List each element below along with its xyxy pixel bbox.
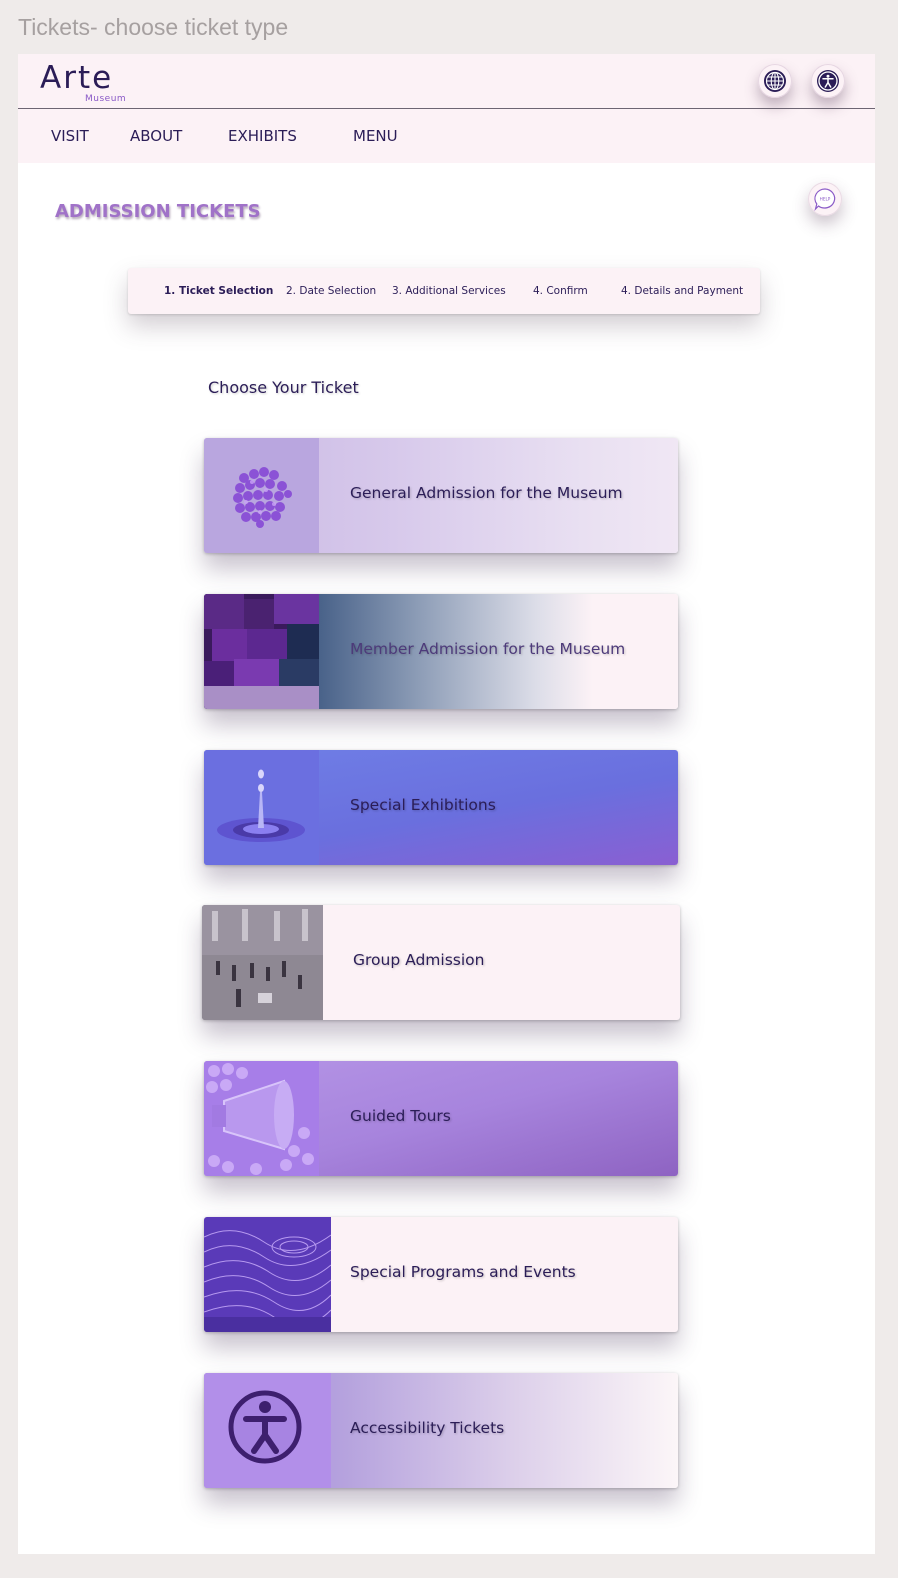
nav-exhibits[interactable]: EXHIBITS <box>228 127 297 145</box>
accessibility-figure-icon <box>204 1373 331 1488</box>
site-header: Arte Museum VISIT ABOUT EXHIBITS MENU <box>18 54 875 163</box>
choose-ticket-heading: Choose Your Ticket <box>208 378 359 397</box>
accessibility-tickets-image <box>204 1373 331 1488</box>
ticket-accessibility[interactable]: Accessibility Tickets <box>204 1373 678 1488</box>
nav-about[interactable]: ABOUT <box>130 127 182 145</box>
ticket-guided-tours[interactable]: Guided Tours <box>204 1061 678 1176</box>
special-programs-image <box>204 1217 331 1332</box>
ticket-label: Accessibility Tickets <box>350 1419 505 1437</box>
logo-subtitle: Museum <box>85 94 127 104</box>
water-drop-icon <box>204 750 319 865</box>
ticket-label: Guided Tours <box>350 1107 451 1125</box>
step-details-payment[interactable]: 4. Details and Payment <box>621 285 743 297</box>
accessibility-button[interactable] <box>811 64 845 98</box>
ticket-group-admission[interactable]: Group Admission <box>202 905 680 1020</box>
ticket-label: Special Programs and Events <box>350 1263 576 1281</box>
ticket-special-exhibitions[interactable]: Special Exhibitions <box>204 750 678 865</box>
help-button[interactable]: HELP <box>808 182 842 216</box>
accessibility-icon <box>817 70 839 92</box>
globe-icon <box>764 70 786 92</box>
member-admission-image <box>204 594 319 709</box>
step-date-selection[interactable]: 2. Date Selection <box>286 285 376 297</box>
cubes-wall-icon <box>204 594 319 709</box>
help-label: HELP <box>820 197 831 202</box>
ticket-label: Group Admission <box>353 951 485 969</box>
megaphone-icon <box>204 1061 319 1176</box>
special-exhibitions-image <box>204 750 319 865</box>
general-admission-image <box>204 438 319 553</box>
sphere-cube-icon <box>204 438 319 553</box>
header-divider <box>18 108 875 109</box>
nav-menu[interactable]: MENU <box>353 127 398 145</box>
group-admission-image <box>202 905 323 1020</box>
ticket-label: Member Admission for the Museum <box>350 640 626 658</box>
page-title: ADMISSION TICKETS <box>55 201 261 222</box>
nav-visit[interactable]: VISIT <box>51 127 89 145</box>
ticket-special-programs[interactable]: Special Programs and Events <box>204 1217 678 1332</box>
ticket-label: General Admission for the Museum <box>350 484 623 502</box>
wave-lines-icon <box>204 1217 331 1332</box>
ticket-member-admission[interactable]: Member Admission for the Museum <box>204 594 678 709</box>
guided-tours-image <box>204 1061 319 1176</box>
gallery-crowd-icon <box>202 905 323 1020</box>
page: Arte Museum VISIT ABOUT EXHIBITS MENU HE… <box>18 54 875 1554</box>
step-ticket-selection[interactable]: 1. Ticket Selection <box>164 285 273 297</box>
logo[interactable]: Arte <box>40 60 113 96</box>
language-button[interactable] <box>758 64 792 98</box>
step-additional-services[interactable]: 3. Additional Services <box>392 285 506 297</box>
step-progress-bar: 1. Ticket Selection 2. Date Selection 3.… <box>128 268 760 314</box>
ticket-label: Special Exhibitions <box>350 796 496 814</box>
chat-help-icon: HELP <box>814 188 836 211</box>
step-confirm[interactable]: 4. Confirm <box>533 285 588 297</box>
frame-title: Tickets- choose ticket type <box>18 14 289 40</box>
ticket-general-admission[interactable]: General Admission for the Museum <box>204 438 678 553</box>
